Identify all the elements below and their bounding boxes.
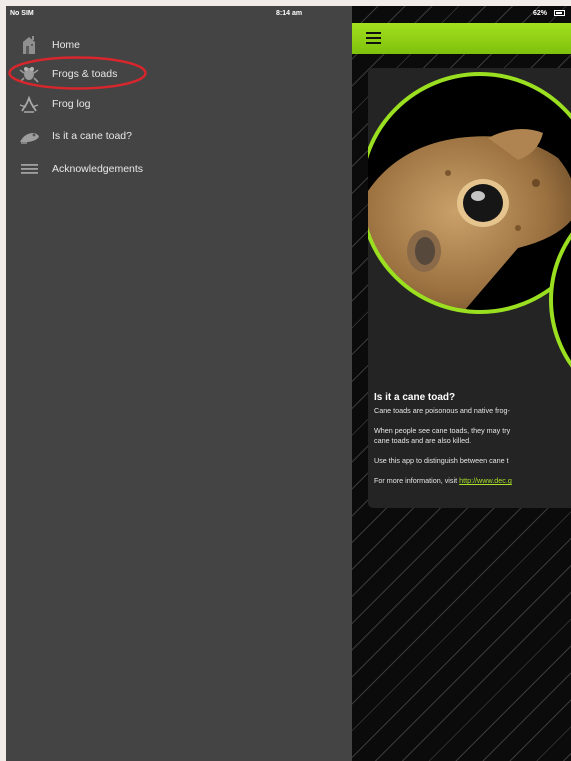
menu-item-cane-toad[interactable]: Is it a cane toad? (6, 121, 352, 151)
menu-item-home[interactable]: Home (6, 30, 352, 60)
carrier-label: No SIM (10, 10, 34, 17)
menu-item-frog-log[interactable]: Frog log (6, 89, 352, 119)
menu-item-label: Frog log (52, 98, 91, 110)
clock: 8:14 am (276, 10, 303, 17)
intro-paragraph: cane toads and are also killed. (374, 436, 472, 445)
frog-icon (18, 64, 40, 84)
app-frame: Home Frogs & toads Frog log Is it a cane… (6, 6, 571, 761)
main-panel: Is it a cane toad? Cane toads are poison… (352, 6, 571, 761)
battery-percent: 62% (533, 10, 548, 17)
intro-paragraph: For more information, visit http://www.d… (374, 476, 512, 486)
battery-icon (554, 10, 565, 16)
side-menu: Home Frogs & toads Frog log Is it a cane… (6, 6, 352, 761)
intro-paragraph: When people see cane toads, they may try (374, 426, 511, 435)
menu-item-label: Is it a cane toad? (52, 130, 132, 142)
intro-paragraph: Use this app to distinguish between cane… (374, 456, 509, 465)
menu-item-acknowledgements[interactable]: Acknowledgements (6, 154, 352, 184)
intro-heading: Is it a cane toad? (374, 392, 456, 403)
cane-toad-image (368, 72, 571, 368)
info-text: For more information, visit (374, 476, 458, 485)
house-icon (18, 35, 40, 55)
intro-paragraph: Cane toads are poisonous and native frog… (374, 406, 510, 415)
menu-item-frogs-toads[interactable]: Frogs & toads (6, 59, 352, 89)
hamburger-icon[interactable] (366, 32, 381, 44)
status-bar: No SIM 8:14 am 62% (6, 6, 571, 23)
toad-icon (18, 126, 40, 146)
toolbar (352, 23, 571, 54)
info-link[interactable]: http://www.dec.g (459, 476, 512, 485)
menu-item-label: Frogs & toads (52, 68, 118, 80)
frog-outline-icon (18, 94, 40, 114)
menu-item-label: Home (52, 39, 81, 51)
menu-item-label: Acknowledgements (52, 163, 144, 175)
list-icon (18, 159, 40, 179)
